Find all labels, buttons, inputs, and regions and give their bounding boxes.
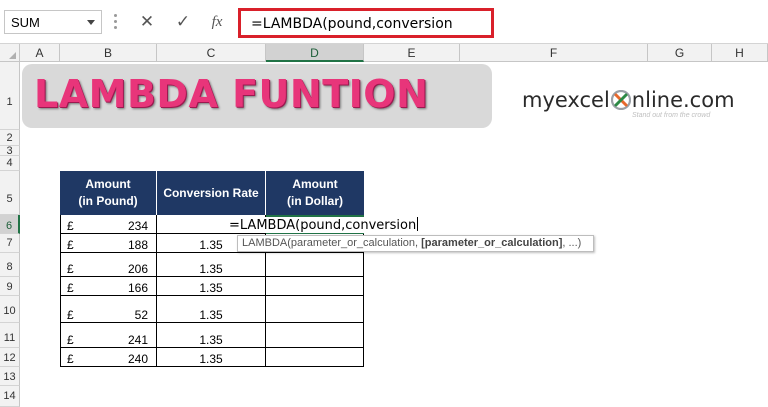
amount-value: 240 bbox=[127, 352, 148, 366]
cell-edit-formula: =LAMBDA(pound,conversion bbox=[229, 218, 417, 233]
cell-amount-pound[interactable]: £234 bbox=[60, 215, 157, 234]
row-header-9[interactable]: 9 bbox=[0, 277, 20, 296]
header-amount-dollar-line2: (in Dollar) bbox=[287, 194, 343, 208]
column-header-d[interactable]: D bbox=[266, 44, 364, 62]
row-header-7[interactable]: 7 bbox=[0, 234, 20, 253]
column-header-e[interactable]: E bbox=[364, 44, 460, 62]
row-header-4[interactable]: 4 bbox=[0, 156, 20, 171]
text-caret bbox=[417, 217, 419, 231]
cell-edit-text[interactable]: =LAMBDA(pound,conversion bbox=[229, 217, 419, 233]
tooltip-suffix: , ...) bbox=[562, 237, 582, 249]
amount-value: 166 bbox=[127, 281, 148, 295]
row-header-5[interactable]: 5 bbox=[0, 171, 20, 215]
column-header-a[interactable]: A bbox=[20, 44, 60, 62]
cell-conversion-rate[interactable]: 1.35 bbox=[157, 277, 266, 296]
chevron-down-icon[interactable] bbox=[87, 20, 95, 25]
cell-amount-pound[interactable]: £188 bbox=[60, 234, 157, 253]
rate-value: 1.35 bbox=[199, 281, 223, 295]
cell-conversion-rate[interactable]: 1.35 bbox=[157, 348, 266, 367]
formula-input[interactable]: =LAMBDA(pound,conversion bbox=[238, 8, 494, 38]
cell-amount-pound[interactable]: £240 bbox=[60, 348, 157, 367]
header-amount-pound-line2: (in Pound) bbox=[78, 194, 138, 208]
cell-conversion-rate[interactable]: 1.35 bbox=[157, 323, 266, 348]
header-conversion-rate: Conversion Rate bbox=[157, 171, 266, 215]
amount-value: 241 bbox=[127, 333, 148, 347]
currency-symbol: £ bbox=[67, 333, 74, 347]
row-header-8[interactable]: 8 bbox=[0, 253, 20, 277]
row-header-1[interactable]: 1 bbox=[0, 62, 20, 130]
cell-amount-pound[interactable]: £166 bbox=[60, 277, 157, 296]
cell-conversion-rate[interactable]: 1.35 bbox=[157, 296, 266, 323]
cancel-icon[interactable]: ✕ bbox=[132, 8, 162, 36]
insert-function-icon[interactable]: fx bbox=[202, 8, 232, 36]
row-header-12[interactable]: 12 bbox=[0, 348, 20, 367]
logo-tagline: Stand out from the crowd bbox=[632, 112, 711, 119]
rate-value: 1.35 bbox=[199, 352, 223, 366]
cell-amount-dollar[interactable] bbox=[266, 277, 364, 296]
row-header-10[interactable]: 10 bbox=[0, 296, 20, 323]
tooltip-bold-param[interactable]: [parameter_or_calculation] bbox=[421, 237, 562, 249]
row-header-2[interactable]: 2 bbox=[0, 130, 20, 146]
column-header-h[interactable]: H bbox=[712, 44, 768, 62]
cell-amount-pound[interactable]: £241 bbox=[60, 323, 157, 348]
amount-value: 52 bbox=[134, 308, 148, 322]
select-all-button[interactable] bbox=[0, 44, 20, 62]
function-tooltip: LAMBDA(parameter_or_calculation, [parame… bbox=[237, 235, 594, 252]
banner-title: LAMBDA FUNTION bbox=[34, 72, 429, 116]
logo-x-icon bbox=[610, 89, 631, 111]
cell-amount-dollar[interactable] bbox=[266, 296, 364, 323]
column-header-b[interactable]: B bbox=[60, 44, 157, 62]
header-conversion-rate-label: Conversion Rate bbox=[163, 185, 259, 200]
name-box-value: SUM bbox=[11, 15, 40, 30]
currency-symbol: £ bbox=[67, 352, 74, 366]
cell-amount-dollar[interactable] bbox=[266, 323, 364, 348]
cell-amount-dollar[interactable] bbox=[266, 348, 364, 367]
rate-value: 1.35 bbox=[199, 262, 223, 276]
currency-symbol: £ bbox=[67, 308, 74, 322]
row-header-13[interactable]: 13 bbox=[0, 367, 20, 386]
tooltip-prefix: LAMBDA(parameter_or_calculation, bbox=[242, 237, 422, 249]
column-header-g[interactable]: G bbox=[648, 44, 712, 62]
header-amount-dollar: Amount (in Dollar) bbox=[266, 171, 364, 215]
column-header-f[interactable]: F bbox=[460, 44, 648, 62]
currency-symbol: £ bbox=[67, 281, 74, 295]
header-amount-dollar-line1: Amount bbox=[292, 177, 338, 191]
cell-amount-pound[interactable]: £52 bbox=[60, 296, 157, 323]
rate-value: 1.35 bbox=[199, 308, 223, 322]
row-header-14[interactable]: 14 bbox=[0, 386, 20, 407]
currency-symbol: £ bbox=[67, 219, 74, 233]
myexcelonline-logo: myexcel nline.com bbox=[522, 88, 735, 112]
currency-symbol: £ bbox=[67, 238, 74, 252]
name-box[interactable]: SUM bbox=[4, 10, 102, 34]
cell-amount-pound[interactable]: £206 bbox=[60, 253, 157, 277]
row-header-11[interactable]: 11 bbox=[0, 323, 20, 348]
enter-icon[interactable]: ✓ bbox=[168, 8, 198, 36]
row-header-3[interactable]: 3 bbox=[0, 146, 20, 157]
rate-value: 1.35 bbox=[199, 333, 223, 347]
header-amount-pound: Amount (in Pound) bbox=[60, 171, 157, 215]
column-header-c[interactable]: C bbox=[157, 44, 266, 62]
logo-text-right: nline.com bbox=[631, 88, 735, 112]
logo-text-left: myexcel bbox=[522, 88, 610, 112]
cell-conversion-rate[interactable]: 1.35 bbox=[157, 253, 266, 277]
amount-value: 234 bbox=[127, 219, 148, 233]
amount-value: 188 bbox=[127, 238, 148, 252]
cell-amount-dollar[interactable] bbox=[266, 253, 364, 277]
formula-bar: SUM ✕ ✓ fx =LAMBDA(pound,conversion bbox=[0, 0, 768, 44]
amount-value: 206 bbox=[127, 262, 148, 276]
more-icon[interactable] bbox=[114, 14, 117, 30]
row-header-6[interactable]: 6 bbox=[0, 215, 20, 234]
header-amount-pound-line1: Amount bbox=[85, 177, 131, 191]
formula-text: =LAMBDA(pound,conversion bbox=[251, 16, 453, 32]
column-header-bar: A B C D E F G H bbox=[0, 44, 768, 62]
currency-symbol: £ bbox=[67, 262, 74, 276]
